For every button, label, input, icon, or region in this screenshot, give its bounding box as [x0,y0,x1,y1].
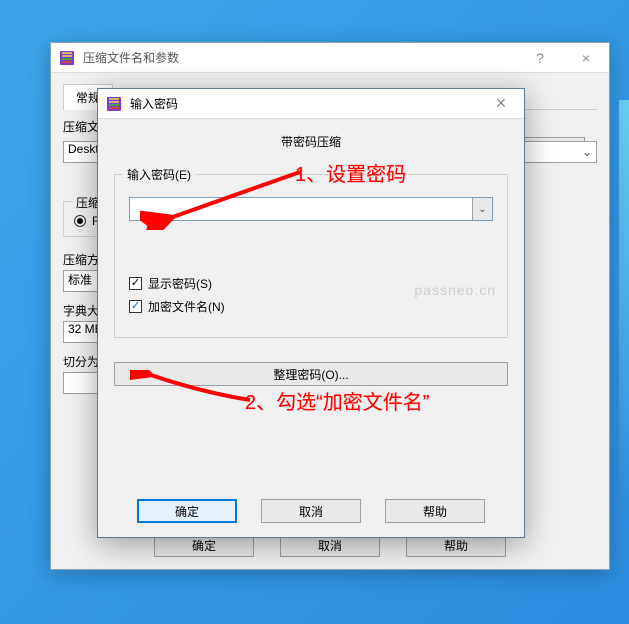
password-cancel-button[interactable]: 取消 [261,499,361,523]
manage-password-row: 整理密码(O)... [114,362,508,386]
password-help-button[interactable]: 帮助 [385,499,485,523]
password-ok-button[interactable]: 确定 [137,499,237,523]
password-input-wrap: ⌄ [129,197,493,221]
encrypt-filename-checkbox[interactable]: 加密文件名(N) [129,298,493,315]
password-heading: 带密码压缩 [112,133,510,150]
password-close-button[interactable]: × [478,89,524,119]
manage-passwords-button[interactable]: 整理密码(O)... [114,362,508,386]
password-dialog-title: 输入密码 [130,95,478,112]
radio-dot-icon [74,215,86,227]
checkbox-checked-icon [129,277,142,290]
password-group: 输入密码(E) ⌄ 显示密码(S) 加密文件名(N) [114,174,508,338]
enter-password-label: 输入密码(E) [123,166,195,183]
show-password-label: 显示密码(S) [148,275,212,292]
show-password-checkbox[interactable]: 显示密码(S) [129,275,493,292]
archive-dialog-titlebar[interactable]: 压缩文件名和参数 ? × [51,43,609,73]
help-button[interactable]: ? [517,43,563,73]
compress-method-value: 标准 [68,273,92,287]
password-dropdown-button[interactable]: ⌄ [472,198,492,220]
password-input[interactable] [130,198,472,220]
close-button[interactable]: × [563,43,609,73]
winrar-icon [106,96,122,112]
password-dialog-titlebar[interactable]: 输入密码 × [98,89,524,119]
encrypt-filename-label: 加密文件名(N) [148,298,225,315]
desktop-background-edge [619,100,629,524]
password-dialog-buttons: 确定 取消 帮助 [112,499,510,523]
password-dialog-body: 带密码压缩 输入密码(E) ⌄ 显示密码(S) 加密文件名(N) 整理密码(O)… [98,119,524,537]
winrar-icon [59,50,75,66]
archive-dialog-title: 压缩文件名和参数 [83,49,517,66]
password-dialog: 输入密码 × 带密码压缩 输入密码(E) ⌄ 显示密码(S) 加密文件名(N) … [97,88,525,538]
checkbox-checked-icon [129,300,142,313]
